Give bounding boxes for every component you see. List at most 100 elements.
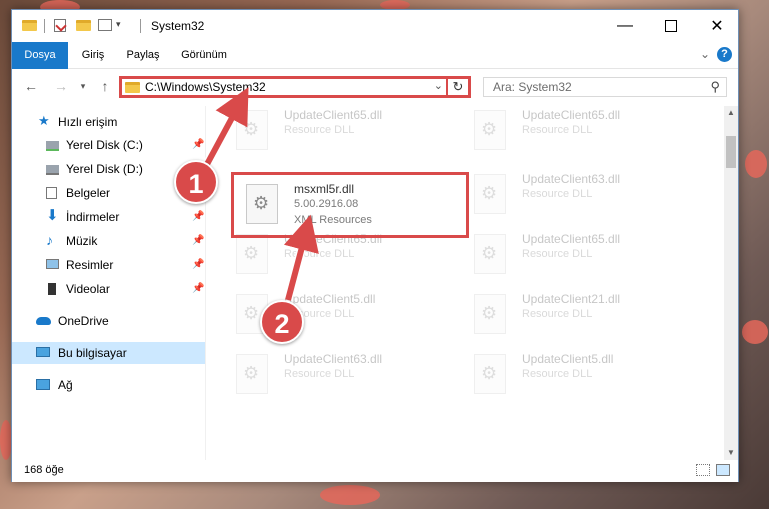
file-name: UpdateClient5.dll [522, 352, 614, 366]
file-name: UpdateClient65.dll [284, 108, 383, 122]
file-name: UpdateClient65.dll [522, 108, 621, 122]
sidebar-item-videos[interactable]: Videolar 📌 [12, 278, 205, 300]
file-type: Resource DLL [284, 124, 355, 136]
minimize-button[interactable]: — [602, 10, 648, 42]
pin-icon[interactable]: 📌 [192, 278, 204, 300]
file-name: UpdateClient21.dll [522, 292, 621, 306]
arrow-right-icon[interactable]: → [52, 77, 70, 95]
scroll-thumb[interactable] [726, 136, 736, 168]
tab-home[interactable]: Giriş [74, 42, 112, 68]
help-button[interactable]: ? [717, 47, 732, 62]
refresh-icon[interactable]: ↻ [446, 78, 468, 96]
download-icon: ⬇ [46, 207, 59, 224]
address-path[interactable]: C:\Windows\System32 [145, 80, 266, 94]
close-button[interactable]: ✕ [694, 10, 740, 42]
sidebar-item-quick-access[interactable]: ★ Hızlı erişim [12, 111, 205, 133]
folder-icon [125, 82, 140, 93]
file-item[interactable]: UpdateClient65.dll Resource DLL [474, 230, 704, 282]
background-blossom [742, 320, 768, 344]
scroll-down-icon[interactable]: ▼ [724, 446, 738, 460]
new-folder-icon[interactable] [76, 20, 91, 31]
sidebar-item-label: İndirmeler [66, 210, 120, 224]
navigation-bar: ← → ▾ ↑ C:\Windows\System32 ⌄ ↻ Ara: Sys… [12, 69, 738, 105]
dll-file-icon [474, 354, 506, 394]
properties-icon[interactable] [54, 19, 67, 32]
sidebar-item-this-pc[interactable]: Bu bilgisayar [12, 342, 205, 364]
file-name: UpdateClient65.dll [522, 232, 621, 246]
background-blossom [745, 150, 767, 178]
star-icon: ★ [38, 113, 50, 128]
divider [205, 106, 206, 460]
address-bar[interactable]: C:\Windows\System32 ⌄ ↻ [119, 76, 471, 98]
file-item[interactable]: UpdateClient63.dll Resource DLL [474, 170, 704, 222]
sidebar-item-label: Yerel Disk (D:) [66, 162, 143, 176]
chevron-down-icon[interactable]: ⌄ [434, 79, 443, 92]
file-name: UpdateClient5.dll [284, 292, 376, 306]
file-type: Resource DLL [522, 308, 593, 320]
highlight-box [231, 172, 469, 238]
sidebar-item-network[interactable]: Ağ [12, 374, 205, 396]
explorer-window: ▾ System32 — ✕ Dosya Giriş Paylaş Görünü… [11, 9, 739, 482]
pin-icon[interactable]: 📌 [192, 254, 204, 276]
music-icon: ♪ [46, 232, 53, 248]
search-placeholder: Ara: System32 [493, 80, 572, 94]
arrow-left-icon[interactable]: ← [22, 77, 40, 95]
file-type: Resource DLL [522, 188, 593, 200]
file-item[interactable]: UpdateClient65.dll Resource DLL [236, 106, 466, 158]
sidebar-item-label: Ağ [58, 378, 73, 392]
sidebar-item-music[interactable]: ♪ Müzik 📌 [12, 230, 205, 252]
sidebar-item-onedrive[interactable]: OneDrive [12, 310, 205, 332]
sidebar-item-label: Müzik [66, 234, 98, 248]
file-type: Resource DLL [522, 248, 593, 260]
maximize-button[interactable] [648, 10, 694, 42]
title-bar: ▾ System32 — ✕ [12, 10, 738, 42]
tab-share[interactable]: Paylaş [120, 42, 166, 68]
sidebar-item-label: Hızlı erişim [58, 115, 118, 129]
vertical-scrollbar[interactable]: ▲ ▼ [724, 106, 738, 460]
customize-icon[interactable] [98, 19, 112, 31]
dll-file-icon [474, 294, 506, 334]
chevron-down-icon[interactable]: ▾ [116, 19, 121, 33]
drive-icon [46, 165, 59, 175]
recent-locations-icon[interactable]: ▾ [74, 77, 92, 95]
pictures-icon [46, 259, 59, 269]
file-type: Resource DLL [522, 124, 593, 136]
sidebar-item-downloads[interactable]: ⬇ İndirmeler 📌 [12, 206, 205, 228]
documents-icon [46, 187, 57, 199]
large-icons-view-icon[interactable] [716, 464, 730, 476]
file-list: UpdateClient65.dll Resource DLL UpdateCl… [212, 106, 722, 460]
divider [140, 19, 141, 33]
dll-file-icon [474, 110, 506, 150]
sidebar-item-pictures[interactable]: Resimler 📌 [12, 254, 205, 276]
scroll-up-icon[interactable]: ▲ [724, 106, 738, 120]
network-icon [36, 379, 50, 390]
computer-icon [36, 347, 50, 357]
pin-icon[interactable]: 📌 [192, 206, 204, 228]
details-view-icon[interactable] [696, 464, 710, 476]
file-item[interactable]: UpdateClient21.dll Resource DLL [474, 290, 704, 342]
file-type: Resource DLL [284, 368, 355, 380]
background-blossom [320, 485, 380, 505]
expand-ribbon-icon[interactable]: ⌄ [700, 47, 710, 61]
arrow-up-icon[interactable]: ↑ [96, 77, 114, 95]
dll-file-icon [474, 174, 506, 214]
window-title: System32 [151, 19, 205, 33]
cloud-icon [36, 317, 51, 325]
ribbon: Dosya Giriş Paylaş Görünüm ⌄ ? [12, 42, 738, 94]
file-item[interactable]: UpdateClient5.dll Resource DLL [474, 350, 704, 402]
file-type: Resource DLL [284, 248, 355, 260]
dll-file-icon [236, 110, 268, 150]
search-icon[interactable]: ⚲ [710, 79, 720, 95]
tab-view[interactable]: Görünüm [176, 42, 232, 68]
sidebar-item-label: Videolar [66, 282, 110, 296]
sidebar-item-local-disk-c[interactable]: Yerel Disk (C:) 📌 [12, 134, 205, 156]
folder-icon [22, 20, 37, 31]
pin-icon[interactable]: 📌 [192, 230, 204, 252]
file-item[interactable]: UpdateClient65.dll Resource DLL [474, 106, 704, 158]
search-input[interactable]: Ara: System32 ⚲ [483, 77, 727, 97]
sidebar-item-label: Belgeler [66, 186, 111, 200]
sidebar-item-label: Bu bilgisayar [58, 346, 127, 360]
pin-icon[interactable]: 📌 [192, 134, 204, 156]
file-item[interactable]: UpdateClient63.dll Resource DLL [236, 350, 466, 402]
file-name: UpdateClient63.dll [522, 172, 621, 186]
